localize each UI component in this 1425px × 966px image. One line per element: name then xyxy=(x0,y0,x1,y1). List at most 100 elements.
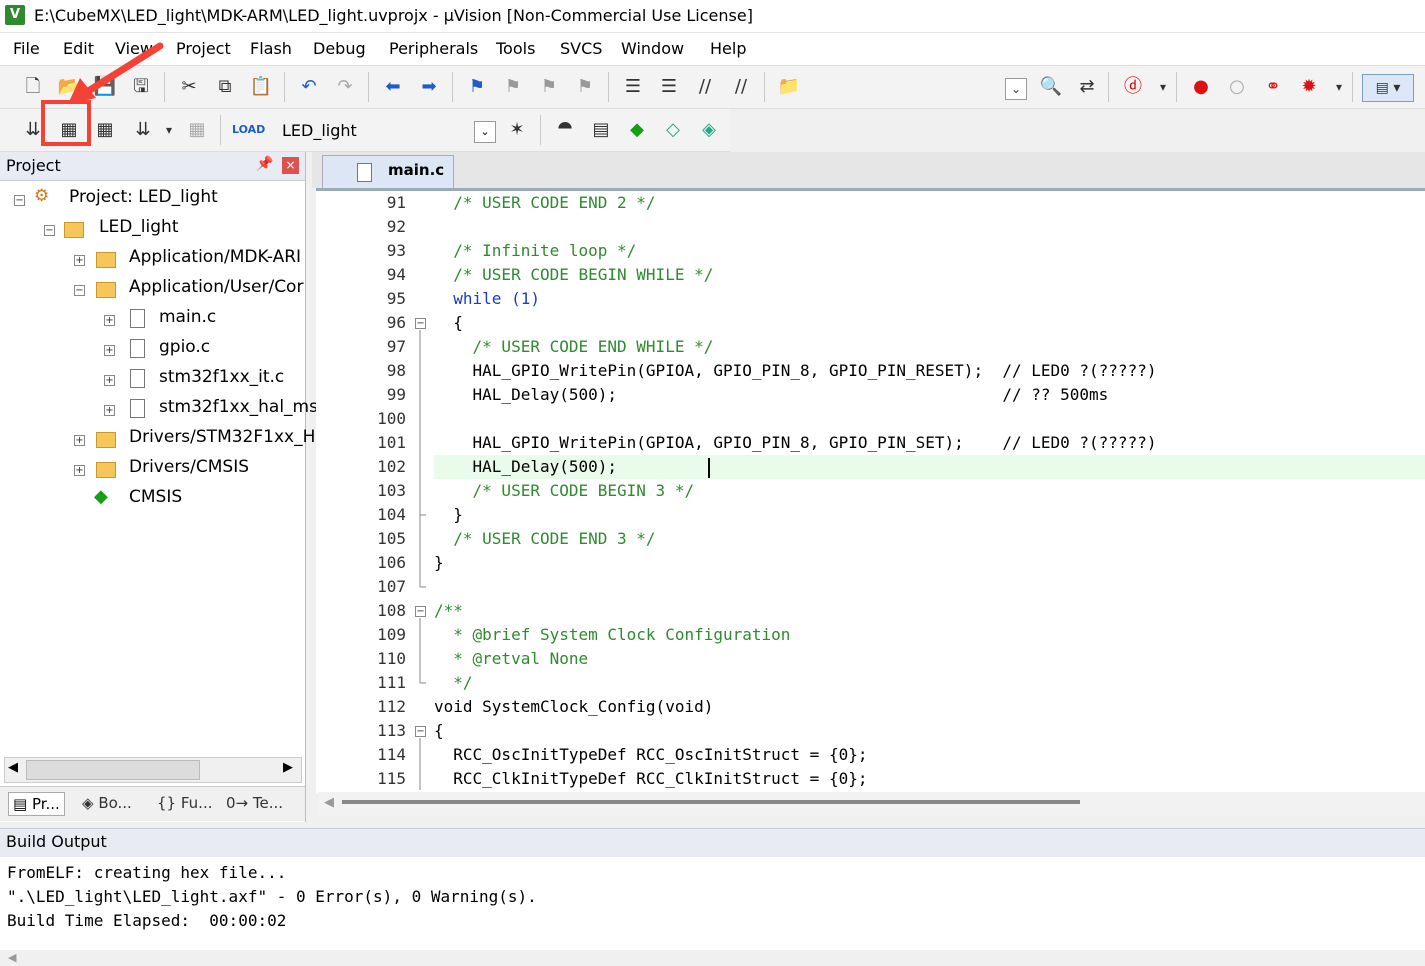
tree-label: Drivers/CMSIS xyxy=(129,457,250,477)
expand-icon[interactable]: + xyxy=(74,255,85,266)
bookmark-next-icon[interactable]: ⚑ xyxy=(536,74,562,100)
breakpoint-dropdown-icon[interactable]: ▾ xyxy=(1326,74,1352,100)
editor-scroll-thumb[interactable] xyxy=(342,800,1080,804)
new-file-icon[interactable]: 🗋 xyxy=(20,74,46,100)
download-icon[interactable]: LOAD xyxy=(232,117,265,143)
collapse-icon[interactable]: − xyxy=(74,285,85,296)
target-dropdown-icon[interactable]: ⌄ xyxy=(474,121,496,143)
editor-hscrollbar[interactable]: ◀ xyxy=(318,792,1425,816)
find-dropdown-icon[interactable]: ⌄ xyxy=(1005,78,1027,100)
manage-runtime-icon[interactable]: ◆ xyxy=(624,117,650,143)
rebuild-icon[interactable]: ▦ xyxy=(92,117,118,143)
line-number: 105 xyxy=(377,529,406,548)
expand-icon[interactable]: + xyxy=(74,435,85,446)
code-line: } xyxy=(434,553,444,572)
project-icon: ⚙ xyxy=(34,186,50,206)
target-select[interactable]: LED_light xyxy=(282,121,357,140)
menu-peripherals[interactable]: Peripherals xyxy=(389,39,478,58)
code-area[interactable]: /* USER CODE END 2 */ /* Infinite loop *… xyxy=(434,191,1424,790)
folder-icon xyxy=(96,462,116,478)
batch-dropdown-icon[interactable]: ▾ xyxy=(156,117,182,143)
code-line: /* USER CODE BEGIN 3 */ xyxy=(434,481,695,500)
menu-tools[interactable]: Tools xyxy=(496,39,535,58)
scroll-left-icon[interactable]: ◀ xyxy=(324,795,334,810)
paste-icon[interactable]: 📋 xyxy=(248,74,274,100)
target-icon xyxy=(64,222,84,238)
menu-project[interactable]: Project xyxy=(176,39,231,58)
comment-icon[interactable]: // xyxy=(692,74,718,100)
menu-window[interactable]: Window xyxy=(621,39,684,58)
project-panel-title: Project xyxy=(6,156,61,175)
undo-icon[interactable]: ↶ xyxy=(296,74,322,100)
code-line: void SystemClock_Config(void) xyxy=(434,697,714,716)
breakpoint-disable-all-icon[interactable]: ⚭ xyxy=(1260,74,1286,100)
pack-installer-icon[interactable]: ◇ xyxy=(660,117,686,143)
tab-templates[interactable]: 0→ Te... xyxy=(226,794,283,812)
line-number: 91 xyxy=(386,193,406,212)
line-number: 101 xyxy=(377,433,406,452)
bookmark-prev-icon[interactable]: ⚑ xyxy=(500,74,526,100)
replace-icon[interactable]: ⇄ xyxy=(1074,74,1100,100)
stop-build-icon[interactable]: ▦ xyxy=(184,117,210,143)
collapse-icon[interactable]: − xyxy=(44,225,55,236)
expand-icon[interactable]: + xyxy=(104,315,115,326)
breakpoint-icon[interactable]: ● xyxy=(1188,74,1214,100)
expand-icon[interactable]: + xyxy=(104,345,115,356)
scroll-left-icon[interactable]: ◀ xyxy=(8,760,18,775)
build-output-scrollbar[interactable]: ◀ xyxy=(0,950,1425,966)
bookmark-icon[interactable]: ⚑ xyxy=(464,74,490,100)
tab-functions[interactable]: {} Fu... xyxy=(157,794,212,812)
folder-icon xyxy=(96,252,116,268)
app-icon: V xyxy=(5,5,25,25)
tab-label: Te... xyxy=(252,794,284,812)
nav-forward-icon[interactable]: ➡ xyxy=(416,74,442,100)
file-icon xyxy=(130,369,145,388)
collapse-icon[interactable]: − xyxy=(14,195,25,206)
redo-icon[interactable]: ↷ xyxy=(332,74,358,100)
options-target-icon[interactable]: ✶ xyxy=(504,117,530,143)
tree-label: Application/User/Cor xyxy=(129,277,304,297)
manage-project-icon[interactable]: ⯊ xyxy=(552,117,578,143)
select-packs-icon[interactable]: ▤ xyxy=(588,117,614,143)
window-layout-icon[interactable]: ▤ ▾ xyxy=(1362,74,1414,102)
line-number: 106 xyxy=(377,553,406,572)
find-icon[interactable]: 🔍 xyxy=(1038,74,1064,100)
batch-build-icon[interactable]: ⇊ xyxy=(130,117,156,143)
menu-help[interactable]: Help xyxy=(710,39,746,58)
tab-books[interactable]: ◈ Bo... xyxy=(82,794,132,812)
code-line: HAL_GPIO_WritePin(GPIOA, GPIO_PIN_8, GPI… xyxy=(434,433,1157,452)
find-in-files-icon[interactable]: 📁 xyxy=(776,74,802,100)
menu-debug[interactable]: Debug xyxy=(313,39,366,58)
line-number: 109 xyxy=(377,625,406,644)
expand-icon[interactable]: + xyxy=(104,405,115,416)
nav-back-icon[interactable]: ⬅ xyxy=(380,74,406,100)
menu-flash[interactable]: Flash xyxy=(250,39,292,58)
scroll-left-icon[interactable]: ◀ xyxy=(8,951,16,964)
close-icon[interactable]: × xyxy=(282,157,299,174)
debug-session-icon[interactable]: ⓓ xyxy=(1120,74,1146,100)
expand-icon[interactable]: + xyxy=(104,375,115,386)
copy-icon[interactable]: ⧉ xyxy=(212,74,238,100)
debug-dropdown-icon[interactable]: ▾ xyxy=(1150,74,1176,100)
project-scroll-thumb[interactable] xyxy=(26,760,200,780)
unindent-icon[interactable]: ☰ xyxy=(656,74,682,100)
file-icon xyxy=(130,309,145,328)
breakpoint-kill-all-icon[interactable]: ✹ xyxy=(1296,74,1322,100)
scroll-right-icon[interactable]: ▶ xyxy=(283,760,293,775)
build-toolbar: ⇊ ▦ ▦ ⇊ ▾ ▦ LOAD ✶ ⯊ ▤ ◆ ◇ ◈ xyxy=(0,109,730,152)
bookmark-clear-icon[interactable]: ⚑ xyxy=(572,74,598,100)
cut-icon[interactable]: ✂ xyxy=(176,74,202,100)
code-line: /* USER CODE END WHILE */ xyxy=(434,337,714,356)
pin-icon[interactable]: 📌 xyxy=(256,156,273,172)
line-number: 103 xyxy=(377,481,406,500)
tree-label: stm32f1xx_it.c xyxy=(159,367,285,387)
device-icon[interactable]: ◈ xyxy=(696,117,722,143)
indent-icon[interactable]: ☰ xyxy=(620,74,646,100)
uncomment-icon[interactable]: // xyxy=(728,74,754,100)
tab-project[interactable]: ▤ Pr... xyxy=(8,792,65,816)
breakpoint-disable-icon[interactable]: ○ xyxy=(1224,74,1250,100)
menu-svcs[interactable]: SVCS xyxy=(560,39,602,58)
expand-icon[interactable]: + xyxy=(74,465,85,476)
menu-bar: File Edit View Project Flash Debug Perip… xyxy=(0,33,1425,66)
menu-file[interactable]: File xyxy=(13,39,40,58)
